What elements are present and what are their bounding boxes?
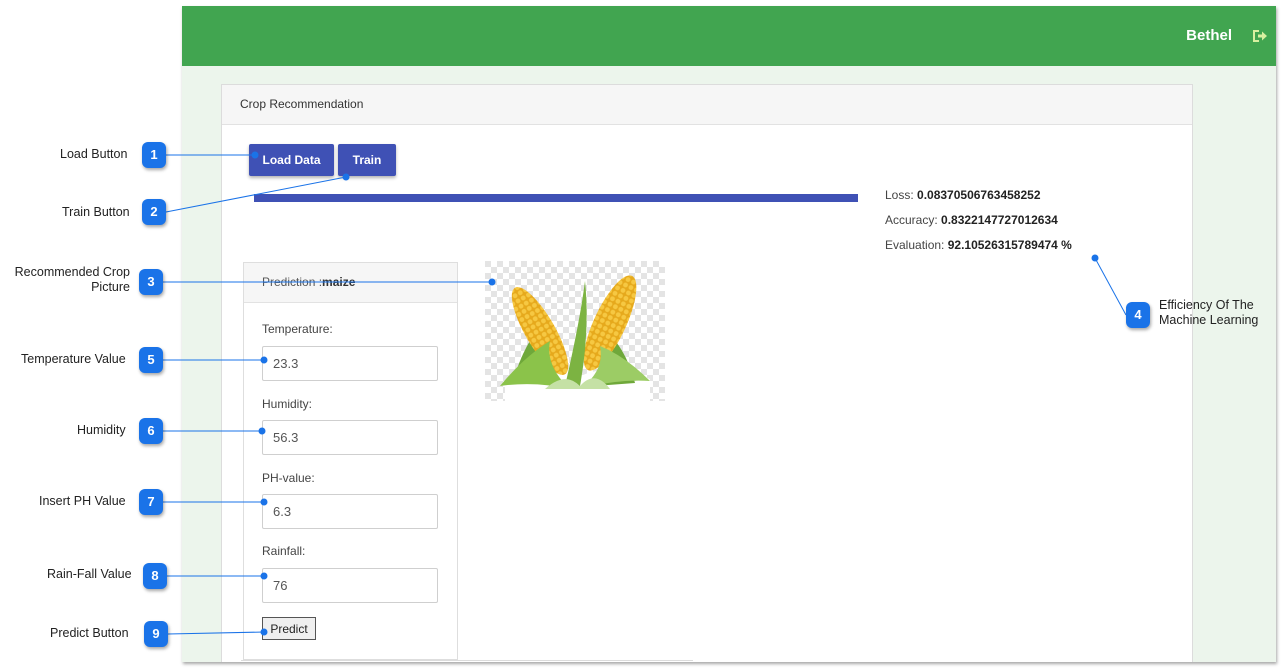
evaluation-value: 92.10526315789474 % bbox=[947, 238, 1072, 252]
temperature-label: Temperature: bbox=[262, 322, 333, 336]
training-progress-bar bbox=[254, 194, 858, 202]
accuracy-metric: Accuracy: 0.8322147727012634 bbox=[885, 212, 1072, 237]
callout-badge-5: 5 bbox=[139, 347, 163, 373]
accuracy-label: Accuracy: bbox=[885, 213, 938, 227]
callout-badge-1: 1 bbox=[142, 142, 166, 168]
prediction-label: Prediction : bbox=[262, 275, 323, 289]
callout-badge-2: 2 bbox=[142, 199, 166, 225]
callout-label-3: Recommended Crop Picture bbox=[14, 265, 130, 294]
train-button[interactable]: Train bbox=[338, 144, 396, 176]
temperature-input[interactable] bbox=[262, 346, 438, 381]
top-navbar: Bethel bbox=[182, 6, 1276, 66]
app-window: Bethel Crop Recommendation Load Data Tra… bbox=[182, 6, 1276, 662]
loss-metric: Loss: 0.08370506763458252 bbox=[885, 187, 1072, 212]
loss-label: Loss: bbox=[885, 188, 914, 202]
evaluation-metric: Evaluation: 92.10526315789474 % bbox=[885, 237, 1072, 262]
rainfall-label: Rainfall: bbox=[262, 544, 306, 558]
logout-icon[interactable] bbox=[1250, 26, 1270, 46]
callout-badge-7: 7 bbox=[139, 489, 163, 515]
callout-label-7: Insert PH Value bbox=[39, 494, 126, 508]
ph-label: PH-value: bbox=[262, 471, 315, 485]
prediction-value: maize bbox=[322, 275, 356, 289]
accuracy-value: 0.8322147727012634 bbox=[941, 213, 1058, 227]
maize-crop-image bbox=[485, 261, 665, 401]
prediction-panel: Prediction :maize Temperature: Humidity:… bbox=[243, 262, 458, 660]
callout-label-8: Rain-Fall Value bbox=[47, 567, 132, 581]
callout-badge-8: 8 bbox=[143, 563, 167, 589]
ph-input[interactable] bbox=[262, 494, 438, 529]
humidity-input[interactable] bbox=[262, 420, 438, 455]
callout-badge-4: 4 bbox=[1126, 302, 1150, 328]
callout-badge-9: 9 bbox=[144, 621, 168, 647]
predict-button[interactable]: Predict bbox=[262, 617, 316, 640]
user-name: Bethel bbox=[1186, 27, 1232, 44]
card-title: Crop Recommendation bbox=[222, 85, 1192, 125]
callout-label-2: Train Button bbox=[62, 205, 130, 219]
callout-badge-6: 6 bbox=[139, 418, 163, 444]
evaluation-label: Evaluation: bbox=[885, 238, 945, 252]
callout-label-1: Load Button bbox=[60, 147, 128, 161]
callout-label-9: Predict Button bbox=[50, 626, 129, 640]
callout-label-4: Efficiency Of The Machine Learning bbox=[1159, 298, 1259, 327]
humidity-label: Humidity: bbox=[262, 397, 313, 411]
model-metrics: Loss: 0.08370506763458252 Accuracy: 0.83… bbox=[885, 187, 1072, 262]
callout-label-5: Temperature Value bbox=[21, 352, 126, 366]
training-progress-fill bbox=[254, 194, 858, 202]
crop-recommendation-card: Crop Recommendation Load Data Train Loss… bbox=[221, 84, 1193, 662]
loss-value: 0.08370506763458252 bbox=[917, 188, 1041, 202]
prediction-header: Prediction :maize bbox=[244, 263, 457, 303]
load-data-button[interactable]: Load Data bbox=[249, 144, 334, 176]
rainfall-input[interactable] bbox=[262, 568, 438, 603]
callout-badge-3: 3 bbox=[139, 269, 163, 295]
callout-label-6: Humidity bbox=[77, 423, 126, 437]
divider bbox=[241, 660, 693, 661]
